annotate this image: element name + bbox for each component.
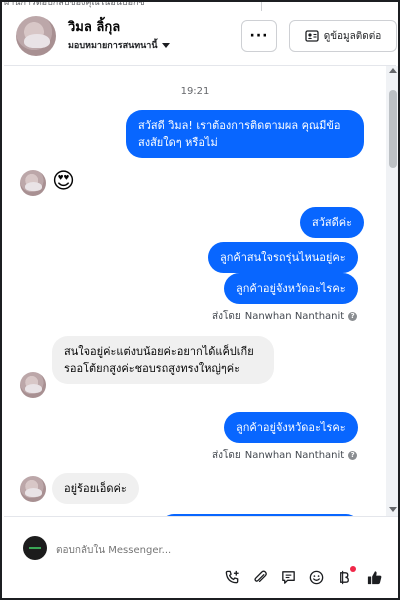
sent-by-line: ส่งโดย Nanwhan Nanthanit ? [212,309,358,324]
add-call-button[interactable] [222,567,242,587]
attach-file-button[interactable] [250,567,270,587]
contact-avatar-small [20,372,46,398]
contact-card-icon [305,30,319,42]
sent-by-prefix: ส่งโดย [212,450,241,461]
payment-button[interactable] [334,566,356,587]
message-timestamp: 19:21 [180,86,210,97]
outgoing-message: ลูกค้าอยู่จังหวัดอะไรคะ [224,412,358,443]
outgoing-message: สวัสดีค่ะ [300,207,365,238]
outgoing-message: สวัสดี วิมล! เราต้องการติดตามผล คุณมีข้อ… [126,110,364,158]
scroll-up-icon[interactable] [389,68,397,73]
incoming-message: สนใจอยู่ค่ะแต่งบน้อยค่ะอยากได้แค็ปเกียรอ… [52,336,274,384]
sent-by-line: ส่งโดย Nanwhan Nanthanit ? [212,448,358,463]
contact-info-label: ดูข้อมูลติดต่อ [323,30,382,42]
page-avatar [23,536,47,560]
send-like-button[interactable] [364,567,384,587]
contact-name[interactable]: วิมล ลิ้กุล [68,16,120,37]
attachment-icon [253,570,267,582]
assign-conversation-dropdown[interactable]: มอบหมายการสนทนานี้ [68,38,170,52]
assign-label: มอบหมายการสนทนานี้ [68,41,158,51]
emoji-button[interactable] [306,567,326,587]
like-icon [367,570,381,584]
more-options-button[interactable]: ··· [241,20,277,52]
quick-reply-icon [281,570,295,584]
sent-by-prefix: ส่งโดย [212,311,241,322]
contact-avatar-small [20,476,46,502]
reply-composer [4,516,398,598]
info-icon[interactable]: ? [348,451,358,460]
more-icon: ··· [249,28,269,44]
view-contact-info-button[interactable]: ดูข้อมูลติดต่อ [289,20,397,52]
outgoing-message: ลูกค้าสนใจรถรุ่นไหนอยู่คะ [208,242,358,273]
add-call-icon [225,570,239,583]
outgoing-message: ลูกค้าอยู่จังหวัดอะไรคะ [224,273,358,304]
truncated-notice: ผ่านการตอบกลับของคุณในอินบ็อกซ์ [4,2,262,11]
notification-dot [350,566,356,572]
incoming-emoji-message: 😍 [52,169,75,194]
conversation-header: ผ่านการตอบกลับของคุณในอินบ็อกซ์ วิมล ลิ้… [4,2,397,66]
contact-avatar-small [20,170,46,196]
sender-name: Nanwhan Nanthanit [244,311,345,322]
emoji-icon [309,570,323,584]
sender-name: Nanwhan Nanthanit [244,450,345,461]
messenger-window: ผ่านการตอบกลับของคุณในอินบ็อกซ์ วิมล ลิ้… [0,0,400,600]
scroll-thumb[interactable] [389,90,397,168]
caret-down-icon [161,42,170,48]
info-icon[interactable]: ? [348,312,358,321]
scroll-down-icon[interactable] [389,507,397,512]
reply-input[interactable] [56,541,356,559]
message-thread: 19:21 สวัสดี วิมล! เราต้องการติดตามผล คุ… [4,66,386,516]
thread-scrollbar[interactable] [386,66,398,516]
incoming-message: อยู่ร้อยเอ็ดค่ะ [52,473,139,504]
contact-avatar[interactable] [16,16,56,56]
saved-replies-button[interactable] [278,567,298,587]
